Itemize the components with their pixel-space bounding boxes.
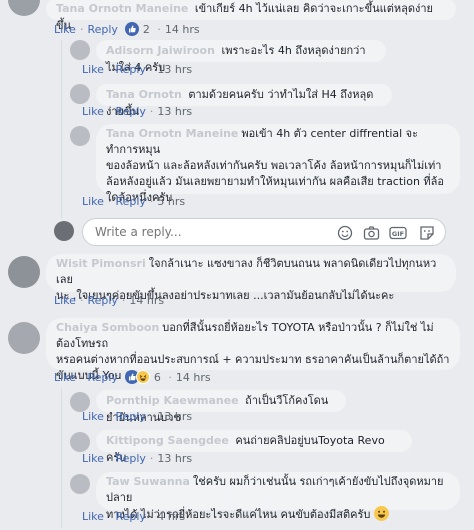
thumbs-up-icon <box>125 22 140 36</box>
camera-icon[interactable] <box>363 225 381 241</box>
comment-text-line: หรอคนต่างหากที่ออนประสบการณ์ + ความประมา… <box>56 353 450 366</box>
reply-actions: Like · Reply · 13 hrs <box>82 452 193 465</box>
avatar[interactable] <box>70 126 90 146</box>
reply-composer[interactable]: GIF <box>82 218 446 246</box>
like-link[interactable]: Like <box>82 510 104 523</box>
commenter-name[interactable]: Kittipong Saengdee <box>106 434 229 447</box>
like-link[interactable]: Like <box>54 371 76 384</box>
reply-link[interactable]: Reply <box>115 63 145 76</box>
like-link[interactable]: Like <box>54 23 76 36</box>
commenter-name[interactable]: Wisit Pimonsri <box>56 257 146 270</box>
commenter-name[interactable]: Taw Suwanna <box>106 475 190 488</box>
reaction-count[interactable]: 6 <box>125 370 164 384</box>
avatar[interactable] <box>8 256 40 288</box>
commenter-name[interactable]: Tana Ornotn Maneine <box>56 2 188 15</box>
commenter-name[interactable]: Chaiya Somboon <box>56 321 159 334</box>
reply-bubble: Tana Ornotn Maneine พอเข้า 4h ตัว center … <box>96 124 460 204</box>
avatar[interactable] <box>8 322 40 354</box>
timestamp: 4 hrs <box>157 510 186 523</box>
comment-bubble: Tana Ornotn Maneine เข้าเกียร์ 4h ไว้แน่… <box>46 0 456 32</box>
timestamp: 14 hrs <box>164 23 200 36</box>
reply-link[interactable]: Reply <box>115 510 145 523</box>
reply-input[interactable] <box>93 224 247 240</box>
reaction-count[interactable]: 2 <box>125 22 153 36</box>
reply-link[interactable]: Reply <box>115 452 145 465</box>
thread-line <box>61 388 62 528</box>
reply-link[interactable]: Reply <box>87 294 117 307</box>
reply-link[interactable]: Reply <box>115 195 145 208</box>
reply-actions: Like · Reply · 13 hrs <box>82 105 193 118</box>
comment-actions: Like · Reply 6 · 14 hrs <box>54 370 211 384</box>
reply-text-line: ของล้อหน้า และล้อหลังเท่ากันครับ พอเวลาโ… <box>106 159 442 172</box>
like-link[interactable]: Like <box>82 195 104 208</box>
reply-bubble: Taw Suwanna ใช่ครับ ผมก็ว่าเช่นนั้น รถเก่… <box>96 472 460 521</box>
like-link[interactable]: Like <box>82 105 104 118</box>
like-link[interactable]: Like <box>54 294 76 307</box>
gif-icon[interactable]: GIF <box>389 225 407 241</box>
timestamp: 13 hrs <box>157 410 193 423</box>
reply-link[interactable]: Reply <box>115 105 145 118</box>
reply-bubble: Adisorn Jaiwiroon เพราะอะไร 4h ถึงหลุดง่… <box>96 40 386 74</box>
commenter-name[interactable]: Tana Ornotn <box>106 88 182 101</box>
avatar[interactable] <box>70 474 90 494</box>
comment-actions: Like · Reply · 14 hrs <box>54 294 165 307</box>
timestamp: 14 hrs <box>129 294 165 307</box>
timestamp: 14 hrs <box>175 371 211 384</box>
comment-bubble: Wisit Pimonsri ใจกล้าเนาะ แซงขาลง ก็ชีวิต… <box>46 254 456 302</box>
reply-actions: Like · Reply · 13 hrs <box>82 410 193 423</box>
reply-link[interactable]: Reply <box>87 371 117 384</box>
reply-text-line: ล้อหลังอยู่แล้ว มันเลยพยายามทำให้หมุนเท่… <box>106 175 445 188</box>
reply-actions: Like · Reply · 4 hrs <box>82 510 186 523</box>
thread-line <box>61 40 62 218</box>
reply-bubble: Kittipong Saengdee คนถ่ายคลิปอยู่บนToyot… <box>96 430 412 464</box>
svg-text:GIF: GIF <box>392 230 404 238</box>
timestamp: 5 hrs <box>157 195 186 208</box>
avatar[interactable] <box>70 432 90 452</box>
like-link[interactable]: Like <box>82 63 104 76</box>
like-link[interactable]: Like <box>82 410 104 423</box>
reply-bubble: Tana Ornotn ตามด้วยคนครับ ว่าทำไมใส่ H4 … <box>96 84 392 118</box>
commenter-name[interactable]: Adisorn Jaiwiroon <box>106 44 215 57</box>
reply-link[interactable]: Reply <box>87 23 117 36</box>
comment-actions: Like · Reply 2 · 14 hrs <box>54 22 200 36</box>
haha-icon <box>136 370 151 384</box>
reply-actions: Like · Reply · 13 hrs <box>82 63 193 76</box>
avatar[interactable] <box>8 0 40 16</box>
sticker-icon[interactable] <box>419 225 437 241</box>
reply-actions: Like · Reply · 5 hrs <box>82 195 186 208</box>
commenter-name[interactable]: Tana Ornotn Maneine <box>106 127 238 140</box>
timestamp: 13 hrs <box>157 63 193 76</box>
reply-link[interactable]: Reply <box>115 410 145 423</box>
avatar[interactable] <box>70 392 90 412</box>
smiley-icon <box>373 506 389 521</box>
like-link[interactable]: Like <box>82 452 104 465</box>
timestamp: 13 hrs <box>157 105 193 118</box>
commenter-name[interactable]: Pornthip Kaewmanee <box>106 394 239 407</box>
timestamp: 13 hrs <box>157 452 193 465</box>
reply-bubble: Pornthip Kaewmanee ถ้าเป็นวีโก้คงโดนยำยั… <box>96 390 346 424</box>
avatar[interactable] <box>70 40 90 60</box>
smiley-icon[interactable] <box>337 225 355 241</box>
avatar[interactable] <box>70 84 90 104</box>
current-user-avatar <box>54 221 74 241</box>
comment-bubble: Chaiya Somboon บอกที่สีนั้นรถยี่ห้อยะไร T… <box>46 318 460 382</box>
